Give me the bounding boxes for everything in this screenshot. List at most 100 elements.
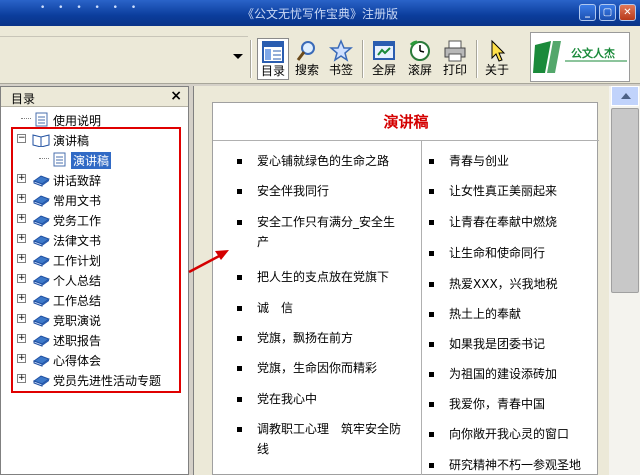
tree-connector	[21, 118, 31, 119]
fullscreen-button[interactable]: 全屏	[368, 38, 400, 80]
article-title: 调教职工心理 筑牢安全防线	[257, 422, 402, 456]
article-title: 党旗，飘扬在前方	[257, 331, 354, 345]
bullet-icon	[429, 312, 434, 317]
bookmark-icon	[329, 39, 353, 62]
article-link[interactable]: 诚 信	[237, 298, 402, 318]
title-bar: • • • • • • 《公文无忧写作宝典》注册版 _ ▢ ✕	[0, 0, 640, 26]
article-title: 党旗，生命因你而精彩	[257, 361, 378, 375]
search-button-label: 搜索	[294, 63, 319, 77]
article-link[interactable]: 爱心铺就绿色的生命之路	[237, 151, 402, 171]
article-link[interactable]: 安全伴我同行	[237, 181, 402, 201]
article-title: 青春与创业	[449, 154, 510, 168]
article-title: 热土上的奉献	[449, 307, 522, 321]
annotation-arrow-icon	[188, 250, 229, 274]
catalog-icon	[262, 41, 284, 63]
bullet-icon	[429, 372, 434, 377]
search-icon	[296, 41, 315, 61]
bullet-icon	[237, 336, 242, 341]
article-link[interactable]: 党旗，飘扬在前方	[237, 328, 402, 348]
tree-item[interactable]: 使用说明	[1, 109, 188, 129]
article-link[interactable]: 让青春在奉献中燃烧	[429, 212, 594, 232]
toolbar: 目录 搜索 书签 全屏 滚屏 打印 关于 公文人杰	[0, 26, 640, 84]
bullet-icon	[237, 306, 242, 311]
bullet-icon	[237, 275, 242, 280]
document-title: 演讲稿	[213, 103, 599, 141]
about-button[interactable]: 关于	[482, 38, 512, 80]
article-title: 热爱XXX，兴我地税	[449, 277, 558, 291]
scroll-up-button[interactable]	[611, 86, 639, 106]
article-title: 我爱你，青春中国	[449, 397, 546, 411]
article-link[interactable]: 把人生的支点放在党旗下	[237, 267, 402, 287]
vertical-scrollbar[interactable]	[609, 86, 640, 475]
bullet-icon	[429, 159, 434, 164]
sidebar-header: 目录 ×	[1, 87, 188, 107]
article-link[interactable]: 为祖国的建设添砖加	[429, 364, 594, 384]
brand-logo-graphic: 公文人杰	[533, 41, 627, 73]
article-title: 向你敞开我心灵的窗口	[449, 427, 570, 441]
bullet-icon	[237, 159, 242, 164]
article-link[interactable]: 研究精神不朽一参观圣地	[429, 455, 594, 475]
article-link[interactable]: 如果我是团委书记	[429, 334, 594, 354]
bullet-icon	[237, 397, 242, 402]
article-link[interactable]: 热爱XXX，兴我地税	[429, 274, 594, 294]
document-page: 演讲稿 爱心铺就绿色的生命之路 安全伴我同行安全工作只有满分_安全生产把人生的支点…	[212, 102, 599, 475]
search-button[interactable]: 搜索	[292, 38, 322, 80]
about-button-label: 关于	[484, 63, 509, 77]
article-title: 让生命和使命同行	[449, 246, 546, 260]
bullet-icon	[237, 427, 242, 432]
fullscreen-icon	[373, 41, 395, 60]
bullet-icon	[237, 189, 242, 194]
article-title: 研究精神不朽一参观圣地	[449, 458, 582, 472]
article-title: 爱心铺就绿色的生命之路	[257, 154, 390, 168]
close-window-button[interactable]: ✕	[619, 4, 636, 21]
toolbar-divider	[362, 40, 364, 78]
bullet-icon	[429, 463, 434, 468]
close-icon[interactable]: ×	[170, 88, 182, 104]
minimize-button[interactable]: _	[579, 4, 596, 21]
main-content: 演讲稿 爱心铺就绿色的生命之路 安全伴我同行安全工作只有满分_安全生产把人生的支点…	[193, 86, 640, 475]
column-divider	[421, 141, 422, 475]
scroll-thumb[interactable]	[611, 108, 639, 293]
bullet-icon	[429, 251, 434, 256]
article-title: 让女性真正美丽起来	[449, 184, 558, 198]
window-title: 《公文无忧写作宝典》注册版	[241, 7, 398, 21]
page-icon	[35, 112, 48, 127]
print-button-label: 打印	[442, 63, 467, 77]
article-link[interactable]: 调教职工心理 筑牢安全防线	[237, 419, 402, 459]
article-link[interactable]: 让生命和使命同行	[429, 243, 594, 263]
print-button[interactable]: 打印	[440, 38, 470, 80]
article-link[interactable]: 青春与创业	[429, 151, 594, 171]
article-link[interactable]: 我爱你，青春中国	[429, 394, 594, 414]
bullet-icon	[429, 402, 434, 407]
bullet-icon	[429, 189, 434, 194]
toolbar-divider	[476, 40, 478, 78]
printer-icon	[444, 40, 466, 62]
bullet-icon	[237, 220, 242, 225]
bookmark-button-label: 书签	[328, 63, 353, 77]
svg-text:公文人杰: 公文人杰	[571, 46, 615, 60]
article-title: 为祖国的建设添砖加	[449, 367, 558, 381]
article-title: 党在我心中	[257, 392, 318, 406]
article-link[interactable]: 让女性真正美丽起来	[429, 181, 594, 201]
catalog-button[interactable]: 目录	[257, 38, 289, 80]
article-title: 安全伴我同行	[257, 184, 330, 198]
chevron-down-icon[interactable]	[233, 54, 243, 59]
autoscroll-button[interactable]: 滚屏	[404, 38, 436, 80]
pointer-cursor-icon	[491, 39, 506, 62]
article-link[interactable]: 安全工作只有满分_安全生产	[237, 212, 402, 252]
article-title: 如果我是团委书记	[449, 337, 546, 351]
article-link[interactable]: 热土上的奉献	[429, 304, 594, 324]
autoscroll-button-label: 滚屏	[407, 63, 432, 77]
article-title: 安全工作只有满分_安全生产	[257, 215, 396, 249]
bullet-icon	[429, 342, 434, 347]
bullet-icon	[429, 220, 434, 225]
address-area	[0, 36, 248, 74]
article-title: 诚 信	[257, 301, 294, 315]
article-link[interactable]: 党在我心中	[237, 389, 402, 409]
bullet-icon	[429, 432, 434, 437]
bookmark-button[interactable]: 书签	[326, 38, 356, 80]
maximize-button[interactable]: ▢	[599, 4, 616, 21]
article-link[interactable]: 党旗，生命因你而精彩	[237, 358, 402, 378]
article-link[interactable]: 向你敞开我心灵的窗口	[429, 424, 594, 444]
bullet-icon	[429, 282, 434, 287]
